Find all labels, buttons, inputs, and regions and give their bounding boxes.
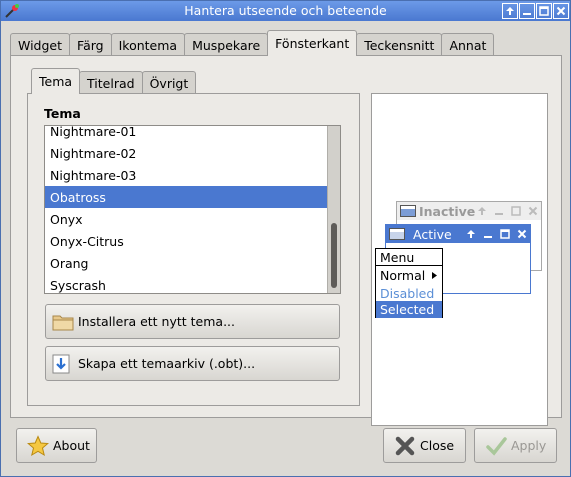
list-item-selected[interactable]: Obatross bbox=[45, 186, 327, 208]
fonsterkant-panel: Tema Titelrad Övrigt Tema Nightmare-01 N… bbox=[10, 55, 562, 426]
tab-widget[interactable]: Widget bbox=[10, 33, 71, 56]
apply-label: Apply bbox=[511, 438, 547, 453]
tab-ovrigt[interactable]: Övrigt bbox=[141, 71, 197, 94]
preview-menu-normal-label: Normal bbox=[380, 268, 426, 283]
preview-active-title: Active bbox=[413, 226, 452, 242]
star-icon bbox=[27, 434, 49, 457]
shade-icon bbox=[475, 204, 489, 218]
list-item[interactable]: Orang bbox=[45, 252, 327, 274]
section-title: Tema bbox=[44, 106, 81, 121]
preview-menu-title: Menu bbox=[376, 249, 442, 266]
install-theme-label: Installera ett nytt tema... bbox=[78, 314, 236, 329]
window-title: Hantera utseende och beteende bbox=[184, 3, 387, 18]
install-theme-button[interactable]: Installera ett nytt tema... bbox=[45, 304, 340, 339]
tema-panel: Tema Nightmare-01 Nightmare-02 Nightmare… bbox=[27, 93, 360, 406]
minimize-button[interactable] bbox=[519, 3, 535, 19]
shade-icon bbox=[506, 7, 514, 15]
close-icon bbox=[556, 6, 566, 16]
tab-fonsterkant[interactable]: Fönsterkant bbox=[267, 30, 358, 56]
dialog-button-bar: About Close Apply bbox=[1, 419, 570, 477]
window-icon bbox=[389, 228, 405, 240]
preview-inactive-titlebar: Inactive bbox=[397, 202, 541, 220]
about-label: About bbox=[53, 438, 90, 453]
tab-teckensnitt[interactable]: Teckensnitt bbox=[356, 33, 443, 56]
theme-list[interactable]: Nightmare-01 Nightmare-02 Nightmare-03 O… bbox=[44, 125, 341, 294]
preview-inactive-title: Inactive bbox=[419, 203, 476, 219]
tab-tema[interactable]: Tema bbox=[31, 68, 81, 94]
list-item[interactable]: Syscrash bbox=[45, 274, 327, 293]
tab-muspekare[interactable]: Muspekare bbox=[184, 33, 269, 56]
submenu-arrow-icon bbox=[432, 272, 437, 279]
list-item[interactable]: Onyx bbox=[45, 208, 327, 230]
shade-icon bbox=[464, 227, 478, 241]
list-item[interactable]: Nightmare-01 bbox=[45, 126, 327, 142]
sub-tab-row: Tema Titelrad Övrigt bbox=[31, 68, 197, 94]
x-icon bbox=[394, 435, 416, 457]
maximize-button[interactable] bbox=[536, 3, 552, 19]
preview-menu-disabled: Disabled bbox=[380, 286, 435, 301]
close-dialog-button[interactable]: Close bbox=[383, 428, 466, 463]
close-icon bbox=[526, 204, 540, 218]
list-item[interactable]: Nightmare-03 bbox=[45, 164, 327, 186]
theme-list-scrollbar[interactable] bbox=[327, 126, 340, 293]
minimize-icon bbox=[492, 204, 506, 218]
tab-farg[interactable]: Färg bbox=[69, 33, 112, 56]
main-window: Hantera utseende och beteende Widget Fär… bbox=[0, 0, 571, 477]
preview-active-titlebar: Active bbox=[386, 225, 530, 243]
download-arrow-icon bbox=[52, 354, 74, 374]
theme-notebook: Tema Titelrad Övrigt Tema Nightmare-01 N… bbox=[27, 68, 360, 406]
list-item[interactable]: Nightmare-02 bbox=[45, 142, 327, 164]
create-archive-button[interactable]: Skapa ett temaarkiv (.obt)... bbox=[45, 346, 340, 381]
maximize-icon bbox=[539, 6, 549, 16]
maximize-icon bbox=[509, 204, 523, 218]
apply-button[interactable]: Apply bbox=[474, 428, 557, 463]
create-archive-label: Skapa ett temaarkiv (.obt)... bbox=[78, 356, 256, 371]
preview-menu-normal: Normal bbox=[376, 267, 442, 284]
minimize-icon bbox=[481, 227, 495, 241]
tab-annat[interactable]: Annat bbox=[441, 33, 495, 56]
window-icon bbox=[400, 205, 416, 217]
preview-menu: Menu Normal Disabled Selected bbox=[375, 248, 443, 318]
close-label: Close bbox=[420, 438, 455, 453]
title-bar[interactable]: Hantera utseende och beteende bbox=[1, 1, 570, 21]
tab-titelrad[interactable]: Titelrad bbox=[79, 71, 143, 94]
checkmark-icon bbox=[485, 435, 507, 457]
list-item[interactable]: Onyx-Citrus bbox=[45, 230, 327, 252]
close-icon bbox=[515, 227, 529, 241]
maximize-icon bbox=[498, 227, 512, 241]
tab-ikontema[interactable]: Ikontema bbox=[110, 33, 186, 56]
shade-button[interactable] bbox=[502, 3, 518, 19]
theme-preview: Inactive Active Menu Normal Disabled Sel… bbox=[371, 93, 548, 426]
folder-icon bbox=[52, 312, 74, 332]
minimize-icon bbox=[523, 13, 531, 15]
close-button[interactable] bbox=[553, 3, 569, 19]
about-button[interactable]: About bbox=[16, 428, 97, 463]
scrollbar-thumb[interactable] bbox=[331, 223, 337, 288]
main-tab-row: Widget Färg Ikontema Muspekare Fönsterka… bbox=[10, 30, 495, 56]
preview-menu-selected: Selected bbox=[376, 301, 442, 318]
main-notebook: Widget Färg Ikontema Muspekare Fönsterka… bbox=[10, 30, 562, 426]
